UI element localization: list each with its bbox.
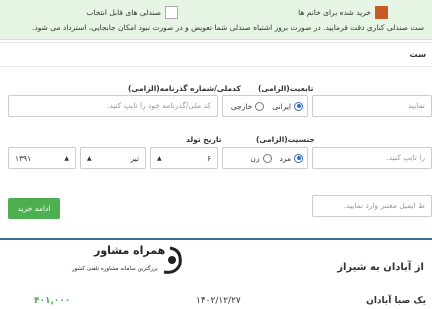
national-code-label: کدملی/شماره گذرنامه(الزامی) (128, 84, 241, 93)
gender-male-option[interactable]: مرد (279, 153, 303, 163)
nationality-iranian-label: ایرانی (272, 101, 291, 111)
gender-radio-group: زن مرد (222, 147, 308, 169)
trip-summary: از آبادان به شیراز یک صبا آبادان ۱۴۰۲/۱۲… (0, 240, 432, 309)
panel-title: ست (409, 50, 426, 59)
national-code-input[interactable]: کد ملی/گذرنامه خود را تایپ کنید. (8, 95, 218, 117)
passenger-form: ست نمایید تابعیت(الزامی) خارجی ایرانی کد… (0, 42, 432, 232)
nationality-foreign-label: خارجی (230, 101, 253, 111)
panel-header: ست (0, 43, 432, 67)
watermark-brand: همراه مشاور (94, 244, 166, 257)
gender-female-radio[interactable] (262, 153, 272, 163)
nationality-foreign-radio[interactable] (255, 101, 265, 111)
nationality-iranian-option[interactable]: ایرانی (272, 101, 303, 111)
last-name-input[interactable]: را تایپ کنید. (312, 147, 432, 169)
gender-female-label: زن (250, 153, 260, 163)
nationality-label: تابعیت(الزامی) (258, 84, 314, 93)
nationality-radio-group: خارجی ایرانی (222, 95, 308, 117)
legend-female-label: خرید شده برای خانم ها (298, 7, 371, 17)
first-name-input[interactable]: نمایید (312, 95, 432, 117)
chevron-down-icon: ▲ (64, 154, 69, 162)
watermark-logo: همراه مشاور بزرگترین سامانه مشاوره تلفنی… (72, 242, 192, 278)
gender-male-label: مرد (279, 153, 292, 163)
nationality-iranian-radio[interactable] (294, 101, 303, 111)
route-title: از آبادان به شیراز (337, 262, 424, 273)
trip-date: ۱۴۰۲/۱۲/۲۷ (196, 296, 241, 306)
birth-month-select[interactable]: ▲ تیر (80, 147, 146, 169)
gender-label: جنسیت(الزامی) (256, 135, 315, 144)
birth-day-select[interactable]: ▲ ۶ (150, 147, 218, 169)
watermark-tagline: بزرگترین سامانه مشاوره تلفنی کشور (72, 266, 158, 272)
birth-day-value: ۶ (206, 153, 211, 163)
nationality-foreign-option[interactable]: خارجی (230, 101, 265, 111)
birth-year-select[interactable]: ۱۳۹۱ ▲ (8, 147, 76, 169)
gender-female-option[interactable]: زن (250, 153, 272, 163)
selectable-seat-swatch (165, 5, 178, 19)
email-input[interactable]: ط ایمیل معتبر وارد نمایید. (312, 195, 432, 217)
trip-price: ۴۰۱,۰۰۰ (34, 296, 71, 306)
legend-selectable-label: صندلی های قابل انتخاب (86, 7, 161, 17)
chevron-down-icon: ▲ (157, 154, 162, 162)
seat-notice-text: ست صندلی کناری دقت فرمایید. در صورت بروز… (31, 23, 424, 32)
chevron-down-icon: ▲ (87, 154, 92, 162)
legend-female-item: خرید شده برای خانم ها (298, 5, 388, 19)
legend-selectable-item: صندلی های قابل انتخاب (86, 5, 178, 19)
birth-year-value: ۱۳۹۱ (15, 153, 32, 163)
birth-month-value: تیر (130, 153, 140, 163)
bus-company: یک صبا آبادان (366, 296, 426, 306)
seat-legend-bar: خرید شده برای خانم ها صندلی های قابل انت… (0, 0, 432, 40)
continue-purchase-button[interactable]: ادامه خرید (8, 198, 60, 219)
birth-date-label: تاریخ تولد (186, 135, 222, 144)
gender-male-radio[interactable] (294, 153, 303, 163)
female-seat-swatch (375, 5, 388, 19)
